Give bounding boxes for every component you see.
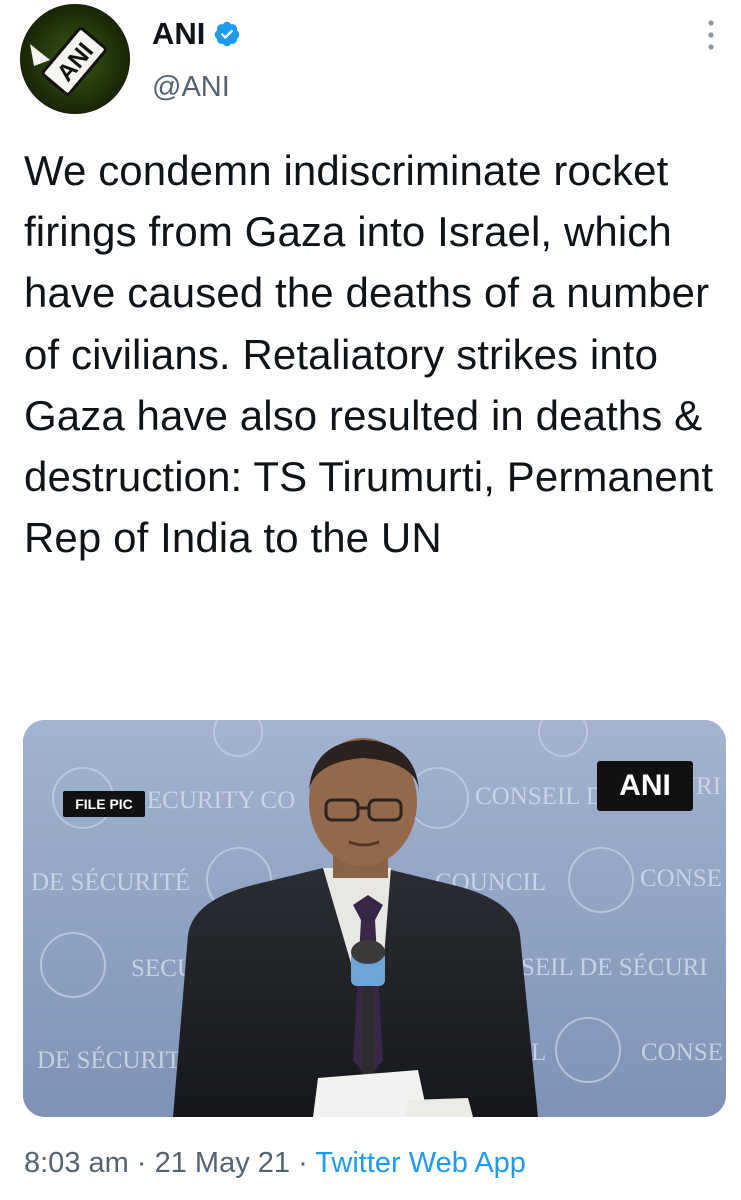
tweet-media-image[interactable]: SECURITY CO CONSEIL D URI DE SÉCURITÉ CO… <box>23 720 726 1117</box>
backdrop-text: NSEIL DE SÉCURI <box>503 953 708 981</box>
tweet-text: We condemn indiscriminate rocket firings… <box>24 147 714 562</box>
backdrop-text: L <box>531 1039 546 1066</box>
meta-separator: · <box>298 1147 308 1179</box>
tweet-date[interactable]: 21 May 21 <box>155 1147 290 1179</box>
backdrop-text: SECURITY CO <box>133 787 295 814</box>
tweet: ANI ANI @ANI We condemn indiscriminate r… <box>0 0 741 1200</box>
file-pic-badge: FILE PIC <box>63 791 145 817</box>
verified-badge-icon <box>215 21 240 47</box>
backdrop-text: CONSEIL D <box>475 783 604 810</box>
ani-logo-icon: ANI <box>20 4 130 114</box>
backdrop-text: DE SÉCURITÉ <box>31 868 190 896</box>
author-name-row[interactable]: ANI <box>152 16 241 52</box>
backdrop-text: CONSE <box>641 1039 723 1066</box>
backdrop-text: CONSE <box>640 865 722 892</box>
author-handle[interactable]: @ANI <box>152 70 230 104</box>
tweet-meta: 8:03 am · 21 May 21 · Twitter Web App <box>24 1143 526 1183</box>
tweet-time[interactable]: 8:03 am <box>24 1147 129 1179</box>
backdrop-text: DE SÉCURIT <box>37 1046 181 1074</box>
more-options-icon[interactable] <box>700 18 722 52</box>
author-name[interactable]: ANI <box>152 16 205 52</box>
meta-separator: · <box>136 1147 147 1179</box>
ani-watermark-logo: ANI <box>597 761 693 811</box>
tweet-source-link[interactable]: Twitter Web App <box>315 1147 526 1179</box>
author-avatar[interactable]: ANI <box>20 4 130 114</box>
